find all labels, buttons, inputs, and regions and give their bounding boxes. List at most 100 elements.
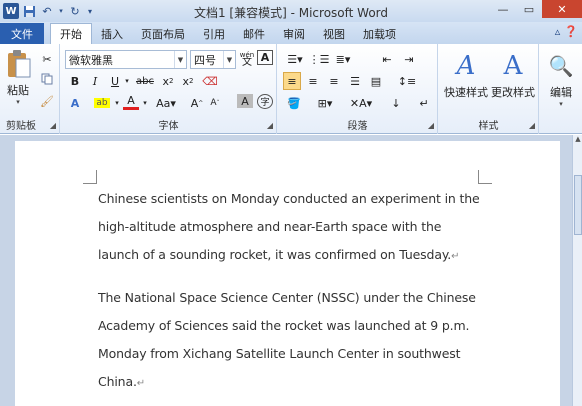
align-left-button[interactable]: ≡ [283,72,301,90]
copy-icon[interactable] [38,70,56,88]
line-spacing-button[interactable]: ↕≡ [396,72,418,90]
tab-file[interactable]: 文件 [0,23,44,44]
font-color-dropdown-icon[interactable]: ▾ [141,94,149,112]
paragraph-group-label: 段落 [347,121,368,132]
phonetic-guide-glyph: 文 [242,57,252,68]
paste-label: 粘贴 [7,84,29,97]
character-shading-button[interactable]: A [237,94,253,108]
quick-styles-button[interactable]: A 快速样式 [443,50,489,100]
highlight-color-button[interactable]: ab [91,94,113,112]
underline-dropdown-icon[interactable]: ▾ [123,72,131,90]
paragraph-2[interactable]: The National Space Science Center (NSSC)… [98,284,488,398]
clipboard-group: 粘贴 ▾ ✂ 🖌 剪贴板 ◢ [0,44,60,134]
tab-mailings[interactable]: 邮件 [234,24,274,44]
cut-icon[interactable]: ✂ [38,50,56,68]
maximize-button[interactable]: ▭ [516,0,542,18]
paragraph-group: ☰▾ ⋮☰ ≣▾ ⇤ ⇥ ≡ ≡ ≡ ☰ ▤ ↕≡ 🪣 ⊞▾ ✕A▾ ↓ ↵ 段… [278,44,438,134]
tab-add-ins[interactable]: 加载项 [354,24,405,44]
margin-corner-mark [83,170,97,184]
font-size-dropdown[interactable]: 四号 ▼ [190,50,236,69]
enclose-characters-button[interactable]: 字 [257,94,273,109]
superscript-button[interactable]: x2 [179,72,197,90]
shading-button[interactable]: 🪣 [284,94,304,112]
phonetic-guide-button[interactable]: wén 文 [238,50,256,68]
grow-font-button[interactable]: A ^ [189,94,205,112]
undo-dropdown-icon[interactable]: ▾ [57,3,65,19]
justify-button[interactable]: ☰ [346,72,364,90]
collapse-ribbon-icon[interactable]: ▵ [555,25,561,38]
editing-label: 编辑 [550,86,572,99]
highlight-dropdown-icon[interactable]: ▾ [113,94,121,112]
scroll-thumb[interactable] [574,175,582,235]
paragraph-mark-icon: ↵ [136,378,146,389]
italic-button[interactable]: I [87,72,103,90]
title-bar: W ↶ ▾ ↻ ▾ 文档1 [兼容模式] - Microsoft Word — … [0,0,582,22]
quick-access-toolbar: W ↶ ▾ ↻ ▾ [0,3,95,19]
minimize-button[interactable]: — [490,0,516,18]
change-styles-button[interactable]: A 更改样式 [489,50,537,100]
decrease-indent-button[interactable]: ⇤ [378,50,396,68]
tab-home[interactable]: 开始 [50,23,92,44]
underline-button[interactable]: U [107,72,123,90]
tab-page-layout[interactable]: 页面布局 [132,24,194,44]
format-painter-icon[interactable]: 🖌 [38,92,56,110]
help-icon[interactable]: ❓ [564,25,578,38]
paragraph-launcher-icon[interactable]: ◢ [428,121,434,130]
paste-icon [3,48,35,80]
margin-corner-mark [478,170,492,184]
increase-indent-button[interactable]: ⇥ [400,50,418,68]
font-group-label: 字体 [158,121,179,132]
shrink-font-button[interactable]: Aˇ [207,94,223,112]
clear-formatting-icon[interactable]: ⌫ [201,72,219,90]
tab-references[interactable]: 引用 [194,24,234,44]
subscript-button[interactable]: x2 [159,72,177,90]
tab-review[interactable]: 审阅 [274,24,314,44]
bullets-button[interactable]: ☰▾ [284,50,306,68]
text-line: China.↵ [98,368,488,398]
text-line-content: launch of a sounding rocket, it was conf… [98,247,452,262]
change-case-button[interactable]: Aa▾ [155,94,177,112]
text-line: Academy of Sciences said the rocket was … [98,318,470,333]
save-icon[interactable] [21,3,37,19]
font-launcher-icon[interactable]: ◢ [267,121,273,130]
character-border-button[interactable]: A [257,50,273,65]
chinese-layout-button[interactable]: ✕A▾ [348,94,374,112]
text-effects-button[interactable]: A [67,94,83,112]
vertical-scrollbar[interactable]: ▲ [572,135,582,406]
quick-styles-icon: A [456,51,476,81]
bold-button[interactable]: B [67,72,83,90]
paragraph-1[interactable]: Chinese scientists on Monday conducted a… [98,185,488,271]
font-name-dropdown[interactable]: 微软雅黑 ▼ [65,50,187,69]
paste-button[interactable]: 粘贴 ▾ [3,48,33,106]
show-hide-marks-button[interactable]: ↵ [416,94,432,112]
sort-button[interactable]: ↓ [388,94,404,112]
tab-view[interactable]: 视图 [314,24,354,44]
multilevel-list-button[interactable]: ≣▾ [332,50,354,68]
editing-button[interactable]: 🔍 编辑 ▾ [542,50,580,108]
text-line: The National Space Science Center (NSSC)… [98,290,476,305]
redo-icon[interactable]: ↻ [67,3,83,19]
chevron-down-icon: ▼ [223,51,235,68]
align-center-button[interactable]: ≡ [304,72,322,90]
font-color-button[interactable]: A [123,94,139,110]
clipboard-launcher-icon[interactable]: ◢ [50,121,56,130]
borders-button[interactable]: ⊞▾ [314,94,336,112]
undo-icon[interactable]: ↶ [39,3,55,19]
distributed-button[interactable]: ▤ [367,72,385,90]
strikethrough-button[interactable]: abc [135,72,155,90]
paragraph-mark-icon: ↵ [451,251,460,262]
styles-group: A 快速样式 A 更改样式 样式 ◢ [439,44,539,134]
close-button[interactable]: ✕ [542,0,582,18]
styles-launcher-icon[interactable]: ◢ [529,121,535,130]
chevron-down-icon: ▼ [174,51,186,68]
customize-qat-icon[interactable]: ▾ [85,3,95,19]
binoculars-icon: 🔍 [548,54,574,78]
ribbon-tabs: 文件 开始 插入 页面布局 引用 邮件 审阅 视图 加载项 ▵ ❓ [0,22,582,44]
numbering-button[interactable]: ⋮☰ [308,50,330,68]
text-line: launch of a sounding rocket, it was conf… [98,241,488,271]
word-app-icon[interactable]: W [3,3,19,19]
align-right-button[interactable]: ≡ [325,72,343,90]
editing-group: 🔍 编辑 ▾ [540,44,582,134]
tab-insert[interactable]: 插入 [92,24,132,44]
scroll-up-icon[interactable]: ▲ [573,135,582,147]
